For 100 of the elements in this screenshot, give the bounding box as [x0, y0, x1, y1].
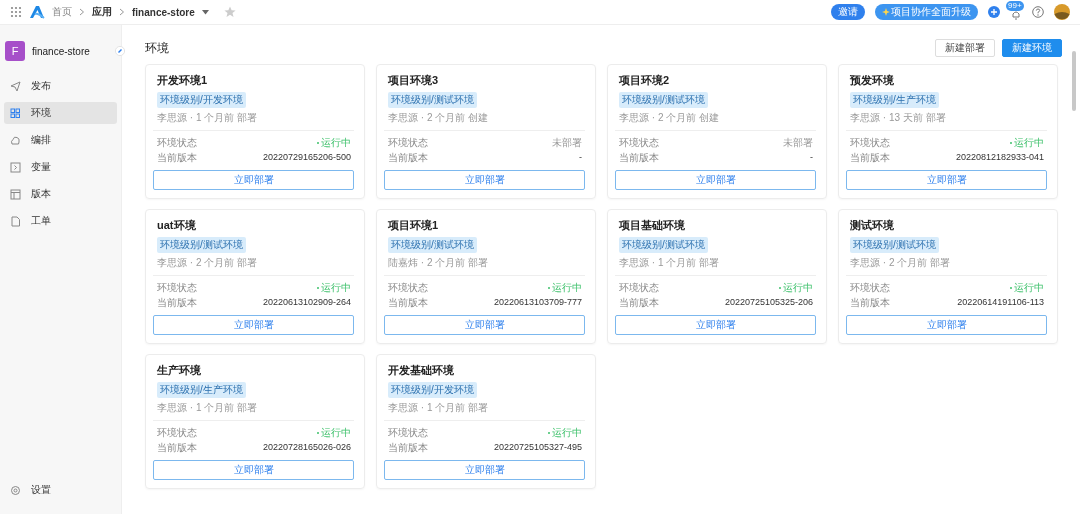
variable-icon: [10, 161, 21, 173]
breadcrumb-link[interactable]: 首页: [52, 5, 72, 19]
environment-tag: 环境级别/测试环境: [619, 237, 708, 253]
table-icon: [10, 188, 21, 200]
avatar-icon[interactable]: [1054, 4, 1070, 20]
apps-menu-icon[interactable]: [10, 6, 22, 18]
environment-tag: 环境级别/测试环境: [850, 237, 939, 253]
status-label: 环境状态: [157, 136, 197, 149]
card-title: 项目环境3: [388, 73, 440, 88]
environment-tag: 环境级别/测试环境: [388, 92, 477, 108]
app-name: finance-store: [32, 45, 91, 57]
environment-tag: 环境级别/测试环境: [157, 237, 246, 253]
settings-icon: [10, 484, 21, 496]
version-label: 当前版本: [388, 151, 428, 164]
card-meta: 李思源 · 13 天前 部署: [850, 111, 947, 125]
card-title: 生产环境: [157, 363, 202, 378]
status-value: 运行中: [1010, 281, 1044, 294]
status-label: 环境状态: [850, 136, 890, 149]
status-value: 运行中: [548, 426, 582, 439]
card-title: 开发基础环境: [388, 363, 455, 378]
new-environment-button[interactable]: 新建环境: [1002, 39, 1062, 57]
deploy-button[interactable]: 立即部署: [384, 315, 585, 335]
nav-item[interactable]: 变量: [4, 156, 117, 178]
new-deployment-button[interactable]: 新建部署: [935, 39, 995, 57]
document-icon: [10, 215, 21, 227]
chevron-right-icon: [79, 8, 85, 16]
deploy-button[interactable]: 立即部署: [384, 460, 585, 480]
version-value: 20220812182933-041: [955, 151, 1044, 164]
card-meta: 李思源 · 2 个月前 部署: [850, 256, 951, 270]
scrollbar[interactable]: [1072, 51, 1076, 111]
breadcrumb-link[interactable]: finance-store: [132, 6, 195, 18]
chevron-right-icon: [119, 8, 125, 16]
version-label: 当前版本: [388, 296, 428, 309]
version-value: -: [579, 151, 582, 164]
status-value: 运行中: [317, 426, 351, 439]
star-icon[interactable]: [223, 6, 236, 18]
breadcrumb-link[interactable]: 应用: [92, 5, 112, 19]
card-meta: 李思源 · 1 个月前 部署: [157, 111, 258, 125]
card-title: 项目基础环境: [619, 218, 686, 233]
status-value: 运行中: [779, 281, 813, 294]
status-label: 环境状态: [388, 136, 428, 149]
nav-item[interactable]: 编排: [4, 129, 117, 151]
environment-tag: 环境级别/测试环境: [388, 237, 477, 253]
card-title: 项目环境1: [388, 218, 440, 233]
nav-item[interactable]: 工单: [4, 210, 117, 232]
card-meta: 李思源 · 2 个月前 创建: [388, 111, 489, 125]
status-value: 运行中: [317, 136, 351, 149]
nav-item[interactable]: 版本: [4, 183, 117, 205]
environment-tag: 环境级别/测试环境: [619, 92, 708, 108]
status-value: 运行中: [317, 281, 351, 294]
environment-tag: 环境级别/生产环境: [850, 92, 939, 108]
environment-tag: 环境级别/开发环境: [157, 92, 246, 108]
version-label: 当前版本: [619, 296, 659, 309]
card-meta: 李思源 · 2 个月前 创建: [619, 111, 720, 125]
add-icon[interactable]: [988, 6, 1000, 18]
upgrade-button[interactable]: 项目协作全面升级: [875, 4, 978, 20]
status-label: 环境状态: [850, 281, 890, 294]
deploy-button[interactable]: 立即部署: [615, 170, 816, 190]
environment-tag: 环境级别/生产环境: [157, 382, 246, 398]
version-value: 20220613103709-777: [493, 296, 582, 309]
deploy-button[interactable]: 立即部署: [153, 460, 354, 480]
deploy-button[interactable]: 立即部署: [846, 170, 1047, 190]
version-label: 当前版本: [850, 151, 890, 164]
invite-button[interactable]: 邀请: [831, 4, 865, 20]
help-icon[interactable]: [1032, 6, 1044, 18]
card-title: 预发环境: [850, 73, 895, 88]
card-meta: 陆嘉炜 · 2 个月前 部署: [388, 256, 489, 270]
status-value: 运行中: [548, 281, 582, 294]
bell-icon[interactable]: [1011, 10, 1021, 20]
status-label: 环境状态: [619, 136, 659, 149]
card-title: 项目环境2: [619, 73, 671, 88]
deploy-button[interactable]: 立即部署: [153, 315, 354, 335]
version-label: 当前版本: [157, 151, 197, 164]
status-value: 运行中: [1010, 136, 1044, 149]
status-value: 未部署: [783, 136, 813, 149]
status-label: 环境状态: [388, 281, 428, 294]
pin-icon[interactable]: [115, 46, 125, 56]
settings-item[interactable]: 设置: [4, 479, 117, 501]
status-label: 环境状态: [619, 281, 659, 294]
logo-icon[interactable]: [29, 5, 45, 19]
version-value: 20220613102909-264: [262, 296, 351, 309]
page-title: 环境: [145, 39, 169, 57]
version-label: 当前版本: [619, 151, 659, 164]
deploy-button[interactable]: 立即部署: [846, 315, 1047, 335]
card-title: 测试环境: [850, 218, 895, 233]
caret-down-icon[interactable]: [201, 9, 209, 15]
grid-icon: [10, 107, 21, 119]
version-value: 20220725105325-206: [724, 296, 813, 309]
version-value: 20220728165026-026: [262, 441, 351, 454]
version-label: 当前版本: [388, 441, 428, 454]
nav-item[interactable]: 发布: [4, 75, 117, 97]
deploy-button[interactable]: 立即部署: [153, 170, 354, 190]
nav-item[interactable]: 环境: [4, 102, 117, 124]
version-value: 20220725105327-495: [493, 441, 582, 454]
deploy-button[interactable]: 立即部署: [384, 170, 585, 190]
version-value: 20220729165206-500: [262, 151, 351, 164]
deploy-button[interactable]: 立即部署: [615, 315, 816, 335]
card-meta: 李思源 · 1 个月前 部署: [157, 401, 258, 415]
card-meta: 李思源 · 1 个月前 部署: [388, 401, 489, 415]
version-value: 20220614191106-113: [957, 296, 1044, 309]
